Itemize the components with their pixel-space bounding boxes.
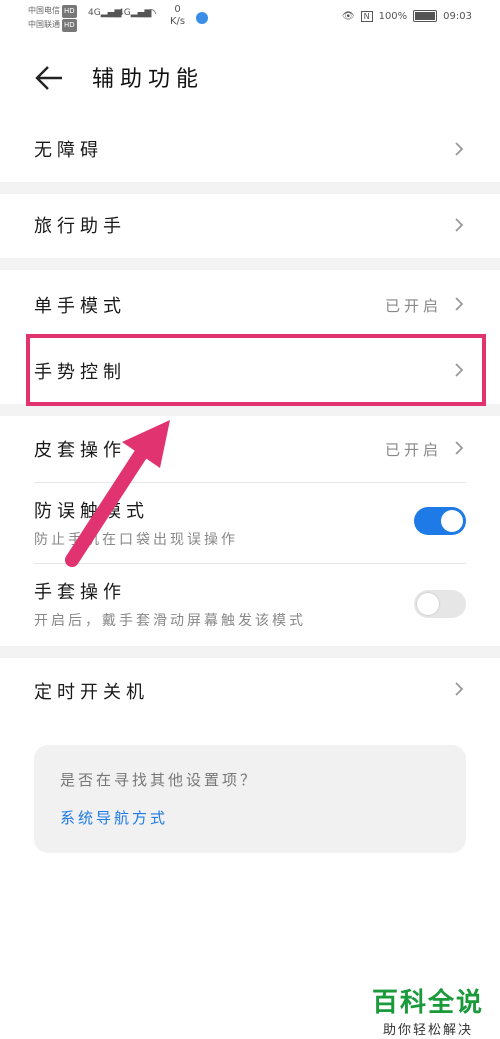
app-header: 辅助功能 bbox=[0, 45, 500, 109]
setting-row-travel-assistant[interactable]: 旅行助手 bbox=[0, 194, 500, 258]
chevron-right-icon bbox=[455, 218, 464, 232]
page-title: 辅助功能 bbox=[92, 67, 205, 92]
net-speed-unit: K/s bbox=[170, 16, 186, 27]
suggestion-card: 是否在寻找其他设置项？ 系统导航方式 bbox=[34, 745, 466, 853]
watermark-brand: 百科全说 bbox=[371, 988, 484, 1018]
anti-mistouch-toggle[interactable] bbox=[414, 507, 466, 535]
setting-row-anti-mistouch[interactable]: 防误触模式 防止手机在口袋出现误操作 bbox=[0, 483, 500, 563]
net-speed-value: 0 bbox=[174, 4, 181, 15]
chevron-right-icon bbox=[455, 441, 464, 455]
status-right: 👁 N 100% 09:03 bbox=[342, 10, 472, 22]
status-bar: 中国电信 HD 中国联通 HD 4G▂▄▆ 4G▂▄▆ ◠ 0 K/s 👁 N 10… bbox=[0, 0, 500, 38]
row-status: 已开启 bbox=[384, 441, 442, 459]
setting-row-glove-mode[interactable]: 手套操作 开启后，戴手套滑动屏幕触发该模式 bbox=[0, 564, 500, 646]
setting-row-cover-operation[interactable]: 皮套操作 已开启 bbox=[0, 416, 500, 482]
row-status: 已开启 bbox=[384, 297, 442, 315]
nfc-icon: N bbox=[360, 10, 373, 22]
row-label: 手套操作 bbox=[34, 582, 126, 603]
row-description: 开启后，戴手套滑动屏幕触发该模式 bbox=[34, 613, 306, 629]
net-speed: 0 K/s bbox=[170, 4, 185, 28]
app-notification-icon bbox=[196, 12, 208, 24]
toggle-knob bbox=[417, 593, 439, 615]
setting-row-accessibility[interactable]: 无障碍 bbox=[0, 118, 500, 182]
watermark: 百科全说 助你轻松解决 bbox=[372, 982, 484, 1038]
setting-row-scheduled-power[interactable]: 定时开关机 bbox=[0, 658, 500, 722]
row-label: 防误触模式 bbox=[34, 501, 149, 522]
eye-icon: 👁 bbox=[341, 10, 355, 22]
toggle-knob bbox=[441, 510, 463, 532]
row-description: 防止手机在口袋出现误操作 bbox=[34, 532, 238, 548]
chevron-right-icon bbox=[455, 142, 464, 156]
clock: 09:03 bbox=[443, 10, 472, 22]
chevron-right-icon bbox=[455, 297, 464, 311]
row-label: 单手模式 bbox=[34, 296, 126, 317]
section-separator bbox=[0, 258, 500, 270]
signal-icon: 4G▂▄▆ bbox=[88, 8, 122, 18]
wifi-icon: ◠ bbox=[146, 6, 157, 20]
watermark-slogan: 助你轻松解决 bbox=[382, 1023, 473, 1038]
hd-badge: HD bbox=[62, 5, 77, 18]
battery-icon bbox=[413, 10, 438, 22]
system-navigation-link[interactable]: 系统导航方式 bbox=[60, 807, 168, 828]
row-label: 皮套操作 bbox=[34, 440, 126, 461]
setting-row-one-hand-mode[interactable]: 单手模式 已开启 bbox=[0, 270, 500, 336]
row-label: 无障碍 bbox=[34, 140, 103, 161]
row-label: 定时开关机 bbox=[34, 682, 149, 703]
suggestion-question: 是否在寻找其他设置项？ bbox=[60, 771, 259, 789]
section-separator bbox=[0, 182, 500, 194]
carrier-2: 中国联通 bbox=[28, 20, 60, 29]
section-separator bbox=[0, 646, 500, 658]
highlight-box bbox=[26, 334, 486, 406]
glove-mode-toggle[interactable] bbox=[414, 590, 466, 618]
carrier-1: 中国电信 bbox=[28, 6, 60, 15]
battery-percent: 100% bbox=[378, 10, 408, 22]
hd-badge: HD bbox=[62, 19, 77, 32]
row-label: 旅行助手 bbox=[34, 216, 126, 237]
carrier-info: 中国电信 HD 中国联通 HD bbox=[28, 4, 77, 32]
back-arrow-icon[interactable] bbox=[34, 63, 64, 93]
chevron-right-icon bbox=[455, 682, 464, 696]
